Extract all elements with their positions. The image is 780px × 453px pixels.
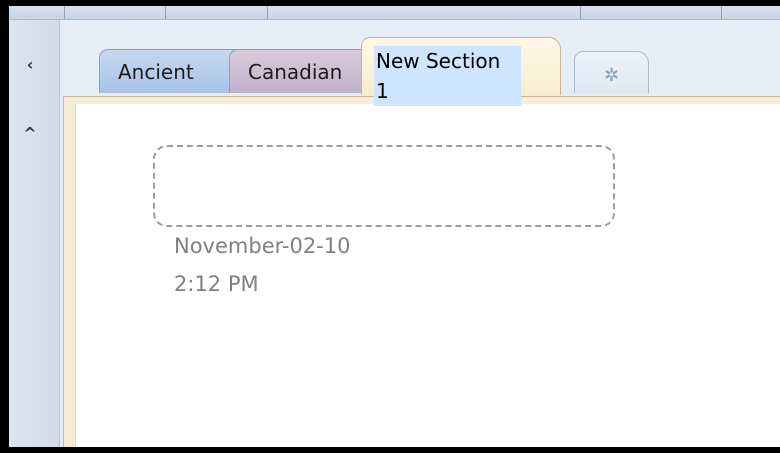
page-date: November-02-10 xyxy=(174,234,351,258)
ribbon-separator xyxy=(580,6,581,19)
section-tabs: Ancient Canadian New Section 1 ✲ xyxy=(89,33,779,106)
ribbon-separator xyxy=(64,6,65,19)
ribbon-separator xyxy=(267,6,268,19)
navigation-bar: ‹ ^ xyxy=(9,20,60,447)
ribbon-separator xyxy=(721,6,722,19)
screenshot-frame: ‹ ^ Ancient Canadian New Section 1 ✲ Nov xyxy=(0,0,780,453)
tab-label: Canadian xyxy=(248,60,343,84)
note-page[interactable]: November-02-10 2:12 PM xyxy=(75,104,780,447)
new-section-tab[interactable]: ✲ xyxy=(574,51,649,93)
tab-new-section-1[interactable]: New Section 1 xyxy=(361,37,561,106)
page-title-input[interactable] xyxy=(153,145,615,227)
ribbon-edge xyxy=(9,6,780,20)
chevron-up-icon[interactable]: ^ xyxy=(19,123,41,145)
tab-ancient[interactable]: Ancient xyxy=(99,49,249,93)
tab-canadian[interactable]: Canadian xyxy=(229,49,379,93)
section-name-input[interactable]: New Section 1 xyxy=(374,46,521,106)
section-page-border: November-02-10 2:12 PM xyxy=(63,96,780,447)
onenote-window: ‹ ^ Ancient Canadian New Section 1 ✲ Nov xyxy=(9,6,780,447)
new-section-icon: ✲ xyxy=(603,65,620,86)
section-name-selected-text: New Section 1 xyxy=(374,46,521,106)
ribbon-separator xyxy=(165,6,166,19)
tab-label: Ancient xyxy=(118,60,194,84)
chevron-left-icon[interactable]: ‹ xyxy=(19,54,41,76)
page-time: 2:12 PM xyxy=(174,272,259,296)
